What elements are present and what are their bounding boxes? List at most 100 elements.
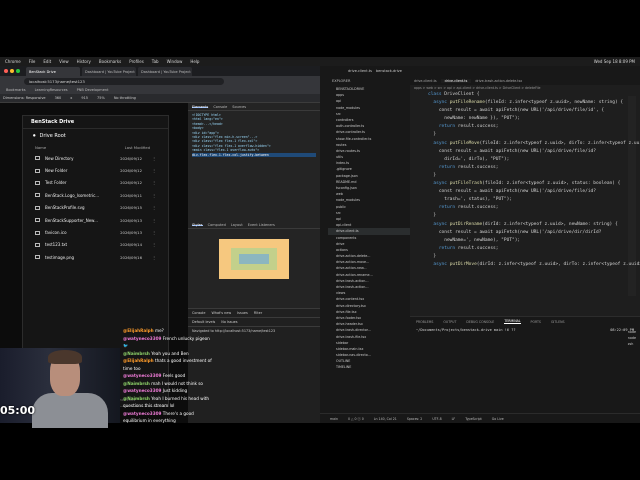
timeline-section[interactable]: TIMELINE [328, 364, 410, 370]
cursor-position[interactable]: Ln 140, Col 21 [374, 417, 397, 421]
tab-styles[interactable]: Styles [192, 223, 203, 227]
code-line[interactable]: newName: newName }), "PUT"); [428, 115, 640, 123]
code-line[interactable]: dirId=', dirTo), "PUT"); [428, 156, 640, 164]
tab-layout[interactable]: Layout [231, 223, 243, 227]
code-line[interactable]: async putDirMove(dirId: z.infer<typeof z… [428, 261, 640, 269]
git-branch[interactable]: main [330, 417, 338, 421]
code-line[interactable]: } [428, 172, 640, 180]
file-row[interactable]: test123.txt 2026/09/14 ⋮ [23, 239, 168, 251]
tab-problems[interactable]: PROBLEMS [416, 320, 433, 324]
encoding[interactable]: UTF-8 [432, 417, 441, 421]
code-line[interactable]: return result.success; [428, 245, 640, 253]
browser-tab[interactable]: Dashboard | YouTube Project [82, 67, 136, 76]
file-row[interactable]: Test Folder 2026/09/12 ⋮ [23, 177, 168, 189]
bookmark-item[interactable]: PNB Development [77, 88, 109, 92]
file-row[interactable]: favicon.ico 2026/09/13 ⋮ [23, 226, 168, 238]
tab-debug-console[interactable]: DEBUG CONSOLE [466, 320, 494, 324]
browser-tab[interactable]: Dashboard | YouTube Project [138, 67, 192, 76]
tab-whats-new[interactable]: What's new [211, 311, 231, 315]
device-width[interactable]: 360 [55, 96, 62, 100]
menu-item[interactable]: View [59, 59, 69, 64]
minimap[interactable] [628, 96, 636, 296]
tab-console-drawer[interactable]: Console [192, 311, 205, 315]
line-ending[interactable]: LF [452, 417, 456, 421]
tab-sources[interactable]: Sources [232, 105, 246, 109]
menu-item[interactable]: File [29, 59, 36, 64]
more-options-icon[interactable]: ⋮ [152, 230, 156, 235]
tab-elements[interactable]: Elements [192, 105, 209, 109]
code-line[interactable]: class DriveClient { [428, 91, 640, 99]
editor-tab[interactable]: drive-trash-action-delete.tsx [475, 79, 522, 83]
more-options-icon[interactable]: ⋮ [152, 205, 156, 210]
code-line[interactable]: const result = await apiFetch(new URL('/… [428, 148, 640, 156]
code-line[interactable]: async putDirRename(dirId: z.infer<typeof… [428, 221, 640, 229]
tab-ports[interactable]: PORTS [531, 320, 541, 324]
menu-item[interactable]: Window [167, 59, 183, 64]
menu-item[interactable]: Chrome [5, 59, 21, 64]
code-line[interactable]: async putFileTrash(fileId: z.infer<typeo… [428, 180, 640, 188]
code-line[interactable]: const result = await apiFetch(new URL('/… [428, 188, 640, 196]
menu-item[interactable]: Profiles [129, 59, 144, 64]
menu-item[interactable]: History [77, 59, 91, 64]
code-line[interactable]: newName=', newName), "PUT"); [428, 237, 640, 245]
problems-count[interactable]: 0 △ 0 ⓧ 0 [348, 416, 364, 421]
tab-issues[interactable]: Issues [237, 311, 248, 315]
code-line[interactable]: } [428, 131, 640, 139]
bookmark-item[interactable]: Bookmarks [6, 88, 26, 92]
file-row[interactable]: BenStack.Logo_Isometric... 2026/09/11 ⋮ [23, 189, 168, 201]
url-input[interactable]: localhost:5173/name/test123 [24, 77, 224, 85]
device-dimensions[interactable]: Dimensions: Responsive [3, 96, 46, 100]
more-options-icon[interactable]: ⋮ [152, 193, 156, 198]
menu-item[interactable]: Edit [43, 59, 51, 64]
code-line[interactable]: const result = await apiFetch(new URL('/… [428, 229, 640, 237]
terminal-prompt[interactable]: ~/Documents/Projects/benstack-drive main… [410, 326, 640, 334]
file-row[interactable]: BenStackSupporter_New... 2026/09/13 ⋮ [23, 214, 168, 226]
code-line[interactable]: return result.success; [428, 164, 640, 172]
tab-event-listeners[interactable]: Event Listeners [248, 223, 275, 227]
code-line[interactable]: } [428, 212, 640, 220]
more-options-icon[interactable]: ⋮ [152, 255, 156, 260]
code-line[interactable]: async putFileRename(fileId: z.infer<type… [428, 99, 640, 107]
more-options-icon[interactable]: ⋮ [152, 168, 156, 173]
code-line[interactable]: return result.success; [428, 204, 640, 212]
menu-item[interactable]: Help [190, 59, 199, 64]
code-line[interactable]: async putFileMove(fileId: z.infer<typeof… [428, 140, 640, 148]
file-row[interactable]: New Directory 2026/09/12 ⋮ [23, 152, 168, 164]
device-height[interactable]: 915 [81, 96, 88, 100]
code-line[interactable]: return result.success; [428, 123, 640, 131]
indentation[interactable]: Spaces: 2 [407, 417, 423, 421]
selected-dom-node[interactable]: div.flex.flex-1.flex-col.justify-between [192, 152, 316, 158]
log-levels-select[interactable]: Default levels [192, 320, 215, 324]
more-options-icon[interactable]: ⋮ [152, 156, 156, 161]
close-button[interactable] [4, 69, 8, 73]
code-line[interactable]: const result = await apiFetch(new URL('/… [428, 107, 640, 115]
tab-console[interactable]: Console [213, 105, 227, 109]
browser-tab[interactable]: BenStack Drive [26, 67, 80, 76]
vscode-title-tab[interactable]: benstack-drive [376, 69, 402, 73]
device-throttle[interactable]: No throttling [114, 96, 136, 100]
code-line[interactable]: trash=', status), "PUT"); [428, 196, 640, 204]
bookmark-item[interactable]: LearningResources [35, 88, 68, 92]
code-line[interactable]: } [428, 253, 640, 261]
more-options-icon[interactable]: ⋮ [152, 180, 156, 185]
go-live-button[interactable]: Go Live [492, 417, 504, 421]
console-filter[interactable]: Filter [254, 311, 262, 315]
tab-output[interactable]: OUTPUT [443, 320, 456, 324]
menu-item[interactable]: Bookmarks [99, 59, 121, 64]
tab-computed[interactable]: Computed [208, 223, 226, 227]
terminal-instance[interactable]: zsh [628, 341, 636, 347]
language-mode[interactable]: TypeScript [465, 417, 482, 421]
tab-gitlens[interactable]: GITLENS [551, 320, 565, 324]
drive-root[interactable]: ⏺ Drive Root [23, 129, 168, 143]
editor-tab[interactable]: drive-client.ts [414, 79, 437, 83]
more-options-icon[interactable]: ⋮ [152, 242, 156, 247]
file-row[interactable]: New Folder 2026/09/12 ⋮ [23, 164, 168, 176]
vscode-title-tab[interactable]: drive.client.ts [348, 69, 372, 73]
menu-item[interactable]: Tab [152, 59, 159, 64]
tab-terminal[interactable]: TERMINAL [504, 319, 521, 324]
file-row[interactable]: BenStackProfile.svg 2026/09/15 ⋮ [23, 202, 168, 214]
file-row[interactable]: testimage.png 2026/09/16 ⋮ [23, 251, 168, 263]
zoom-button[interactable] [16, 69, 20, 73]
code-lines[interactable]: class DriveClient { async putFileRename(… [410, 91, 640, 269]
device-zoom[interactable]: 75% [97, 96, 105, 100]
